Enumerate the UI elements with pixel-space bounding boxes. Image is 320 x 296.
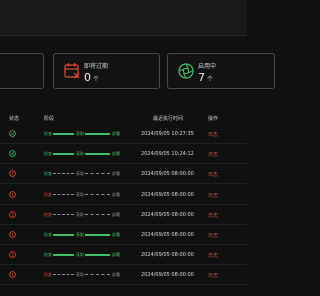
- last-run-time: 2024/09/05 08:00:00: [141, 252, 194, 259]
- status-success-icon: [9, 130, 16, 137]
- stage-connector: [85, 213, 110, 215]
- expiring-count-value: 0: [84, 71, 91, 84]
- expiring-count-unit: 个: [93, 76, 100, 83]
- stage-connector: [85, 153, 110, 155]
- stage-connector: [53, 153, 74, 155]
- stage-label: 获取: [76, 232, 84, 237]
- view-log-link[interactable]: 日志: [208, 232, 218, 239]
- table-row: 检查 获取 部署 2024/09/05 08:00:00 日志: [0, 225, 247, 245]
- stage-connector: [53, 173, 74, 175]
- expiring-count: 0个: [84, 71, 99, 84]
- view-log-link[interactable]: 日志: [208, 171, 218, 178]
- stage-label: 检查: [44, 211, 52, 217]
- enabled-count-unit: 个: [207, 76, 214, 83]
- stage-label: 获取: [76, 131, 84, 136]
- stage-label: 获取: [76, 272, 84, 278]
- enabled-label: 启用中: [198, 63, 217, 70]
- view-log-link[interactable]: 日志: [208, 192, 218, 199]
- stage-connector: [85, 193, 110, 195]
- header-stage: 阶段: [44, 116, 55, 122]
- last-run-time: 2024/09/05 08:00:00: [141, 211, 194, 218]
- stage-connector: [85, 274, 110, 276]
- table-row: 检查 获取 部署 2024/09/05 08:00:00 日志: [0, 265, 247, 286]
- stage-label: 部署: [112, 171, 120, 177]
- stage-connector: [53, 254, 74, 256]
- last-run-time: 2024/09/05 10:24:12: [141, 151, 194, 158]
- table-row: 检查 获取 部署 2024/09/05 08:00:00 日志: [0, 245, 247, 266]
- stage-label: 检查: [44, 151, 52, 157]
- stage-label: 部署: [112, 151, 120, 157]
- stage-label: 部署: [112, 211, 120, 217]
- last-run-time: 2024/09/05 08:00:00: [141, 171, 194, 178]
- stage-label: 检查: [44, 191, 52, 197]
- stage-label: 获取: [76, 191, 84, 197]
- table-row: 检查 获取 部署 2024/09/05 10:24:12 日志: [0, 144, 247, 165]
- status-failed-icon: [9, 211, 16, 218]
- stage-label: 检查: [44, 232, 52, 237]
- view-log-link[interactable]: 日志: [208, 131, 218, 138]
- top-bar: [0, 0, 247, 36]
- row-divider: [0, 284, 247, 286]
- stage-label: 部署: [112, 272, 120, 278]
- status-failed-icon: [9, 190, 16, 198]
- stage-label: 检查: [44, 131, 52, 136]
- aperture-icon: [178, 63, 194, 79]
- stage-connector: [53, 274, 74, 276]
- view-log-link[interactable]: 日志: [208, 212, 218, 219]
- last-run-time: 2024/09/05 08:00:00: [141, 272, 194, 279]
- stage-connector: [53, 193, 74, 195]
- status-failed-icon: [9, 231, 16, 238]
- view-log-link[interactable]: 日志: [208, 272, 218, 279]
- stage-label: 部署: [112, 191, 120, 197]
- stage-label: 检查: [44, 272, 52, 278]
- stage-connector: [53, 133, 74, 135]
- stage-connector: [85, 254, 110, 256]
- stage-connector: [85, 133, 110, 135]
- stage-label: 部署: [112, 252, 120, 258]
- enabled-count: 7个: [198, 71, 213, 84]
- header-last-run: 最近执行时间: [153, 116, 184, 122]
- table-row: 检查 获取 部署 2024/09/05 08:00:00 日志: [0, 205, 247, 225]
- header-actions: 操作: [208, 116, 219, 122]
- status-failed-icon: [9, 251, 16, 258]
- last-run-time: 2024/09/05 08:00:00: [141, 232, 194, 238]
- stage-label: 检查: [44, 252, 52, 258]
- table-row: 检查 获取 部署 2024/09/05 08:00:00 日志: [0, 185, 247, 205]
- header-status: 状态: [9, 116, 20, 122]
- stage-connector: [53, 213, 74, 215]
- view-log-link[interactable]: 日志: [208, 151, 218, 158]
- status-failed-icon: [9, 170, 16, 178]
- summary-card-expiring[interactable]: 即将过期 0个: [53, 53, 160, 89]
- stage-label: 部署: [112, 232, 120, 237]
- stage-label: 检查: [44, 171, 52, 177]
- status-failed-icon: [9, 271, 16, 279]
- last-run-time: 2024/09/05 08:00:00: [141, 191, 194, 198]
- table-row: 检查 获取 部署 2024/09/05 10:27:35 日志: [0, 124, 247, 144]
- stage-label: 获取: [76, 171, 84, 177]
- enabled-count-value: 7: [198, 71, 205, 84]
- summary-card-total[interactable]: [0, 53, 44, 89]
- summary-card-enabled[interactable]: 启用中 7个: [167, 53, 275, 89]
- stage-connector: [85, 173, 110, 175]
- stage-connector: [53, 234, 74, 236]
- stage-label: 获取: [76, 252, 84, 258]
- stage-label: 部署: [112, 131, 120, 136]
- view-log-link[interactable]: 日志: [208, 252, 218, 259]
- last-run-time: 2024/09/05 10:27:35: [141, 131, 194, 137]
- stage-label: 获取: [76, 211, 84, 217]
- table-row: 检查 获取 部署 2024/09/05 08:00:00 日志: [0, 164, 247, 185]
- stage-connector: [85, 234, 110, 236]
- expiring-label: 即将过期: [84, 63, 109, 70]
- status-success-icon: [9, 150, 16, 157]
- calendar-x-icon: [64, 63, 80, 79]
- stage-label: 获取: [76, 151, 84, 157]
